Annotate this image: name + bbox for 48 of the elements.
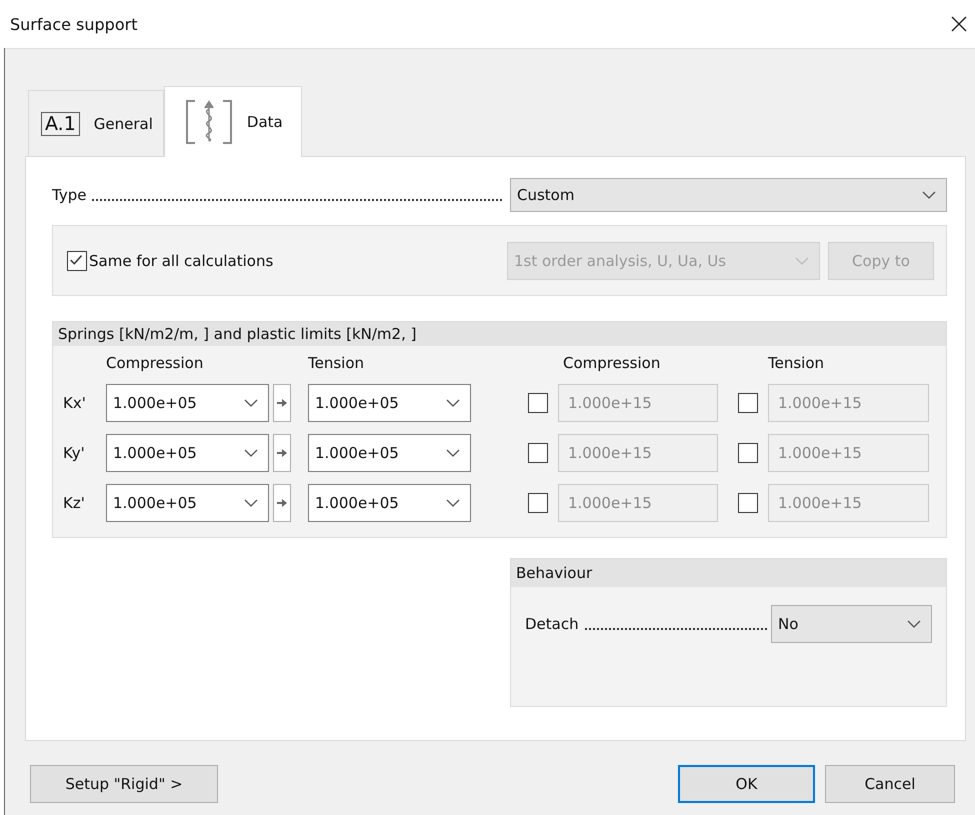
tension-dropdown[interactable]: 1.000e+05 xyxy=(308,434,471,472)
spring-icon xyxy=(184,99,233,145)
column-header: Tension xyxy=(308,354,366,372)
checkbox[interactable] xyxy=(67,250,87,270)
ok-button[interactable]: OK xyxy=(678,765,815,803)
cancel-button[interactable]: Cancel xyxy=(825,765,955,803)
checkbox-label[interactable]: Same for all calculations xyxy=(89,252,274,270)
row-label: Ky' xyxy=(63,444,86,462)
type-label: Type xyxy=(52,186,86,204)
column-header: Tension xyxy=(768,354,826,372)
chevron-down-icon xyxy=(922,191,936,199)
tab[interactable]: Data xyxy=(164,86,302,157)
chevron-down-icon xyxy=(795,256,809,264)
row-label: Kx' xyxy=(63,394,87,412)
arrow-icon[interactable] xyxy=(277,497,287,509)
tension-dropdown[interactable]: 1.000e+05 xyxy=(308,484,471,522)
window-title: Surface support xyxy=(10,14,138,34)
chevron-down-icon xyxy=(244,399,258,407)
arrow-icon[interactable] xyxy=(277,397,287,409)
tab[interactable]: A.1 General xyxy=(28,90,164,156)
compression-dropdown[interactable]: 1.000e+05 xyxy=(106,434,269,472)
chevron-down-icon xyxy=(244,449,258,457)
chevron-down-icon xyxy=(244,499,258,507)
type-dropdown[interactable]: Custom xyxy=(510,178,947,212)
chevron-down-icon xyxy=(446,399,460,407)
detach-dropdown[interactable]: No xyxy=(771,605,932,643)
chevron-down-icon xyxy=(446,499,460,507)
arrow-icon[interactable] xyxy=(277,447,287,459)
chevron-down-icon xyxy=(446,449,460,457)
limit-checkbox[interactable] xyxy=(528,393,548,413)
row-label: Kz' xyxy=(63,494,86,512)
group-title: Behaviour xyxy=(511,559,946,587)
compression-dropdown[interactable]: 1.000e+05 xyxy=(106,484,269,522)
tension-dropdown[interactable]: 1.000e+05 xyxy=(308,384,471,422)
chevron-down-icon xyxy=(907,620,921,628)
column-header: Compression xyxy=(106,354,204,372)
limit-checkbox[interactable] xyxy=(738,493,758,513)
limit-checkbox[interactable] xyxy=(528,493,548,513)
group-title: Springs [kN/m2/m, ] and plastic limits [kN/m2, ] xyxy=(53,322,946,346)
detach-label: Detach xyxy=(525,615,579,633)
limit-checkbox[interactable] xyxy=(528,443,548,463)
tab-icon: A.1 xyxy=(41,112,80,136)
column-header: Compression xyxy=(562,354,662,372)
limit-checkbox[interactable] xyxy=(738,393,758,413)
close-icon[interactable] xyxy=(949,14,969,34)
setup-button[interactable]: Setup "Rigid" > xyxy=(30,765,218,803)
compression-dropdown[interactable]: 1.000e+05 xyxy=(106,384,269,422)
limit-checkbox[interactable] xyxy=(738,443,758,463)
